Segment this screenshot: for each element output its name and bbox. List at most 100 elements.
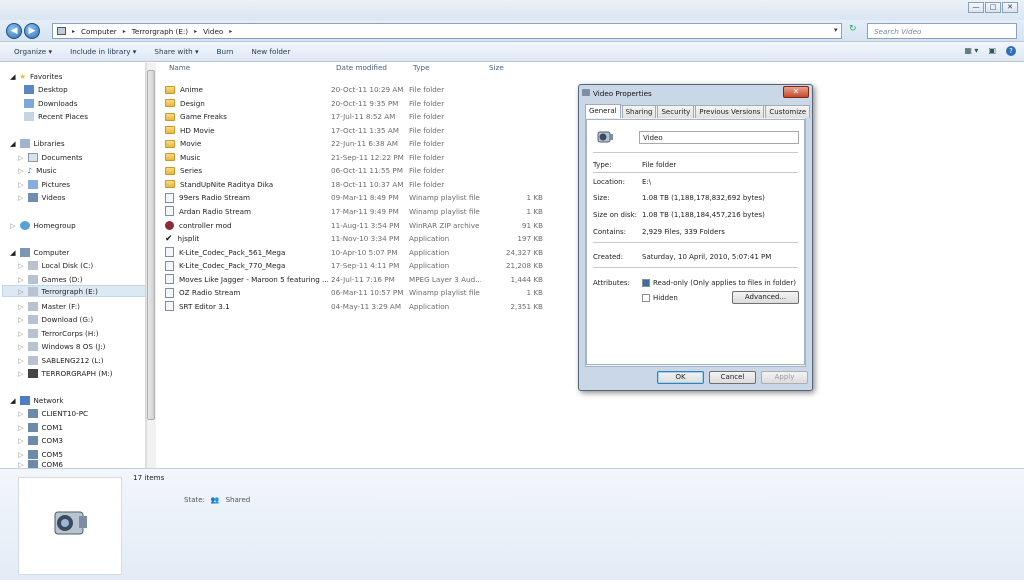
- file-row[interactable]: Moves Like Jagger - Maroon 5 featuring .…: [165, 273, 543, 286]
- back-arrow-icon[interactable]: ◀: [6, 23, 22, 39]
- desktop-icon: [24, 84, 34, 94]
- address-bar[interactable]: ▸ Computer ▸ Terrorgraph (E:) ▸ Video ▸: [52, 23, 842, 39]
- dialog-close-button[interactable]: ✕: [783, 86, 809, 98]
- nav-libraries[interactable]: ◢ Libraries: [10, 137, 65, 149]
- file-row[interactable]: Series 06-Oct-11 11:55 PM File folder: [165, 164, 543, 177]
- file-type: File folder: [409, 85, 445, 94]
- nav-favorites[interactable]: ◢ ★ Favorites: [10, 70, 62, 82]
- nav-desktop[interactable]: Desktop: [24, 83, 68, 95]
- nav-drive-e[interactable]: ▷ Terrorgraph (E:): [2, 285, 146, 297]
- library-icon: [19, 138, 30, 148]
- dialog-title: Video Properties: [579, 85, 812, 101]
- file-row[interactable]: ✔ hjsplit 11-Nov-10 3:34 PM Application 197 …: [165, 232, 543, 245]
- file-row[interactable]: Ardan Radio Stream 17-Mar-11 9:49 PM Winam…: [165, 205, 543, 218]
- new-folder-button[interactable]: New folder: [251, 47, 290, 56]
- advanced-button[interactable]: Advanced...: [732, 291, 799, 304]
- column-name[interactable]: Name: [160, 63, 336, 77]
- search-input[interactable]: Search Video: [867, 23, 1017, 39]
- file-date: 11-Aug-11 3:54 PM: [331, 220, 400, 230]
- nav-drive-c[interactable]: ▷ Local Disk (C:): [18, 259, 93, 271]
- file-row[interactable]: 99ers Radio Stream 09-Mar-11 8:49 PM Winam…: [165, 191, 543, 204]
- column-size[interactable]: Size: [489, 63, 539, 77]
- nav-drive-d[interactable]: ▷ Games (D:): [18, 273, 83, 285]
- apply-button[interactable]: Apply: [761, 371, 808, 384]
- file-row[interactable]: Movie 22-Jun-11 6:38 AM File folder: [165, 137, 543, 150]
- nav-drive-f[interactable]: ▷ Master (F:): [18, 300, 80, 312]
- nav-com5[interactable]: ▷ COM5: [18, 448, 63, 460]
- file-row[interactable]: StandUpNite Raditya Dika 18-Oct-11 10:37 …: [165, 178, 543, 191]
- breadcrumb-computer[interactable]: Computer: [81, 27, 117, 36]
- nav-label: Games (D:): [41, 274, 83, 284]
- nav-drive-j[interactable]: ▷ Windows 8 OS (J:): [18, 340, 105, 352]
- refresh-icon[interactable]: ↻: [849, 24, 857, 34]
- ok-button[interactable]: OK: [657, 371, 704, 384]
- nav-drive-l[interactable]: ▷ SABLENG212 (L:): [18, 354, 104, 366]
- file-name-cell: Game Freaks: [165, 112, 331, 121]
- file-row[interactable]: Music 21-Sep-11 12:22 PM File folder: [165, 151, 543, 164]
- file-row[interactable]: K-Lite_Codec_Pack_770_Mega 17-Sep-11 4:11…: [165, 259, 543, 272]
- preview-pane-icon[interactable]: ▣: [988, 46, 996, 56]
- file-name-cell: controller mod: [165, 220, 331, 230]
- share-with-button[interactable]: Share with ▾: [154, 47, 198, 56]
- location-label: Location:: [593, 178, 625, 186]
- nav-music[interactable]: ▷ ♪ Music: [18, 164, 57, 176]
- close-window-button[interactable]: ✕: [1002, 2, 1018, 13]
- file-row[interactable]: Anime 20-Oct-11 10:29 AM File folder: [165, 83, 543, 96]
- type-value: File folder: [642, 161, 677, 169]
- minimize-button[interactable]: —: [968, 2, 984, 13]
- nav-drive-h[interactable]: ▷ TerrorCorps (H:): [18, 327, 99, 339]
- breadcrumb-drive[interactable]: Terrorgraph (E:): [132, 27, 188, 36]
- organize-button[interactable]: Organize ▾: [14, 47, 52, 56]
- folder-name-field[interactable]: Video: [639, 131, 799, 144]
- file-row[interactable]: Design 20-Oct-11 9:35 PM File folder: [165, 97, 543, 110]
- view-options-icon[interactable]: ▦ ▾: [964, 46, 978, 56]
- include-in-library-button[interactable]: Include in library ▾: [70, 47, 136, 56]
- file-row[interactable]: HD Movie 17-Oct-11 1:35 AM File folder: [165, 124, 543, 137]
- nav-com6[interactable]: ▷ COM6: [18, 460, 63, 468]
- nav-client10-pc[interactable]: ▷ CLIENT10-PC: [18, 407, 88, 419]
- tab-previous-versions[interactable]: Previous Versions: [695, 105, 765, 118]
- nav-label: Windows 8 OS (J:): [41, 341, 106, 351]
- file-row[interactable]: controller mod 11-Aug-11 3:54 PM WinRAR ZI…: [165, 219, 543, 232]
- column-type[interactable]: Type: [413, 63, 489, 77]
- nav-recent-places[interactable]: Recent Places: [24, 110, 88, 122]
- tab-general[interactable]: General: [585, 104, 621, 118]
- nav-drive-m[interactable]: ▷ TERRORGRAPH (M:): [18, 367, 113, 379]
- nav-documents[interactable]: ▷ Documents: [18, 151, 83, 163]
- file-name: SRT Editor 3.1: [179, 301, 230, 311]
- readonly-checkbox[interactable]: [642, 279, 650, 287]
- location-value: E:\: [642, 178, 652, 186]
- nav-homegroup[interactable]: ▷ Homegroup: [10, 219, 76, 231]
- help-icon[interactable]: ?: [1006, 46, 1016, 56]
- tab-customize[interactable]: Customize: [765, 105, 811, 118]
- hidden-checkbox[interactable]: [642, 294, 650, 302]
- file-row[interactable]: SRT Editor 3.1 04-May-11 3:29 AM Applicati…: [165, 300, 543, 313]
- nav-network[interactable]: ◢ Network: [10, 394, 64, 406]
- file-row[interactable]: OZ Radio Stream 06-Mar-11 10:57 PM Winamp …: [165, 286, 543, 299]
- file-row[interactable]: K-Lite_Codec_Pack_561_Mega 10-Apr-10 5:07…: [165, 246, 543, 259]
- tab-sharing[interactable]: Sharing: [621, 105, 657, 118]
- column-date[interactable]: Date modified: [336, 63, 413, 77]
- nav-pictures[interactable]: ▷ Pictures: [18, 178, 70, 190]
- file-name: Music: [180, 152, 201, 162]
- nav-drive-g[interactable]: ▷ Download (G:): [18, 313, 93, 325]
- nav-com3[interactable]: ▷ COM3: [18, 434, 63, 446]
- nav-downloads[interactable]: Downloads: [24, 97, 77, 109]
- forward-arrow-icon[interactable]: ▶: [24, 23, 40, 39]
- burn-button[interactable]: Burn: [217, 47, 234, 56]
- nav-computer[interactable]: ◢ Computer: [10, 246, 69, 258]
- maximize-button[interactable]: □: [985, 2, 1001, 13]
- cancel-button[interactable]: Cancel: [709, 371, 756, 384]
- tab-security[interactable]: Security: [657, 105, 695, 118]
- scrollbar-thumb[interactable]: [147, 70, 155, 420]
- file-date: 06-Mar-11 10:57 PM: [331, 288, 404, 298]
- nav-videos[interactable]: ▷ Videos: [18, 191, 65, 203]
- breadcrumb-video[interactable]: Video: [203, 27, 223, 36]
- nav-com1[interactable]: ▷ COM1: [18, 421, 63, 433]
- nav-label: Homegroup: [33, 220, 76, 230]
- chevron-down-icon[interactable]: ▾: [834, 26, 838, 34]
- collapse-icon: ▷: [18, 301, 24, 311]
- file-row[interactable]: Game Freaks 17-Jul-11 8:52 AM File folder: [165, 110, 543, 123]
- file-type: Application: [409, 261, 450, 271]
- file-size: 2,351 KB: [510, 301, 543, 311]
